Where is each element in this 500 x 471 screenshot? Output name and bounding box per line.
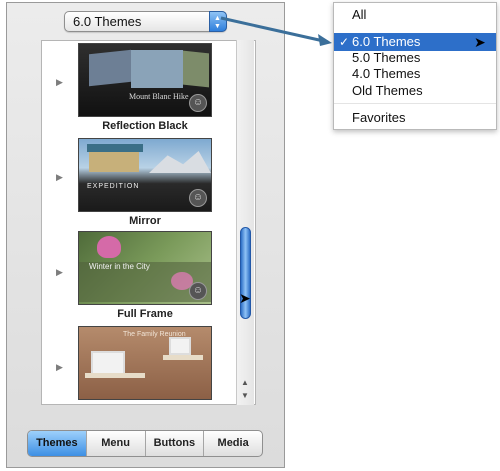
menu-item-old-themes[interactable]: Old Themes bbox=[334, 82, 496, 100]
menu-item-4-0-themes[interactable]: 4.0 Themes bbox=[334, 65, 496, 83]
menu-item-favorites[interactable]: Favorites bbox=[334, 109, 496, 127]
menu-item-all[interactable]: All bbox=[334, 6, 496, 24]
screenshot-stage: 6.0 Themes ▲ ▼ ▶ Mount Blanc Hike ☺ Refl… bbox=[0, 0, 500, 471]
mouse-pointer-icon: ➤ bbox=[239, 290, 251, 306]
menu-item-label: 6.0 Themes bbox=[352, 34, 421, 49]
theme-category-menu: All ✓ 6.0 Themes 5.0 Themes 4.0 Themes O… bbox=[333, 2, 497, 130]
connector-arrowhead-icon bbox=[318, 34, 332, 46]
mouse-pointer-icon: ➤ bbox=[474, 34, 486, 50]
connector-line bbox=[220, 16, 329, 44]
menu-separator bbox=[334, 103, 496, 104]
